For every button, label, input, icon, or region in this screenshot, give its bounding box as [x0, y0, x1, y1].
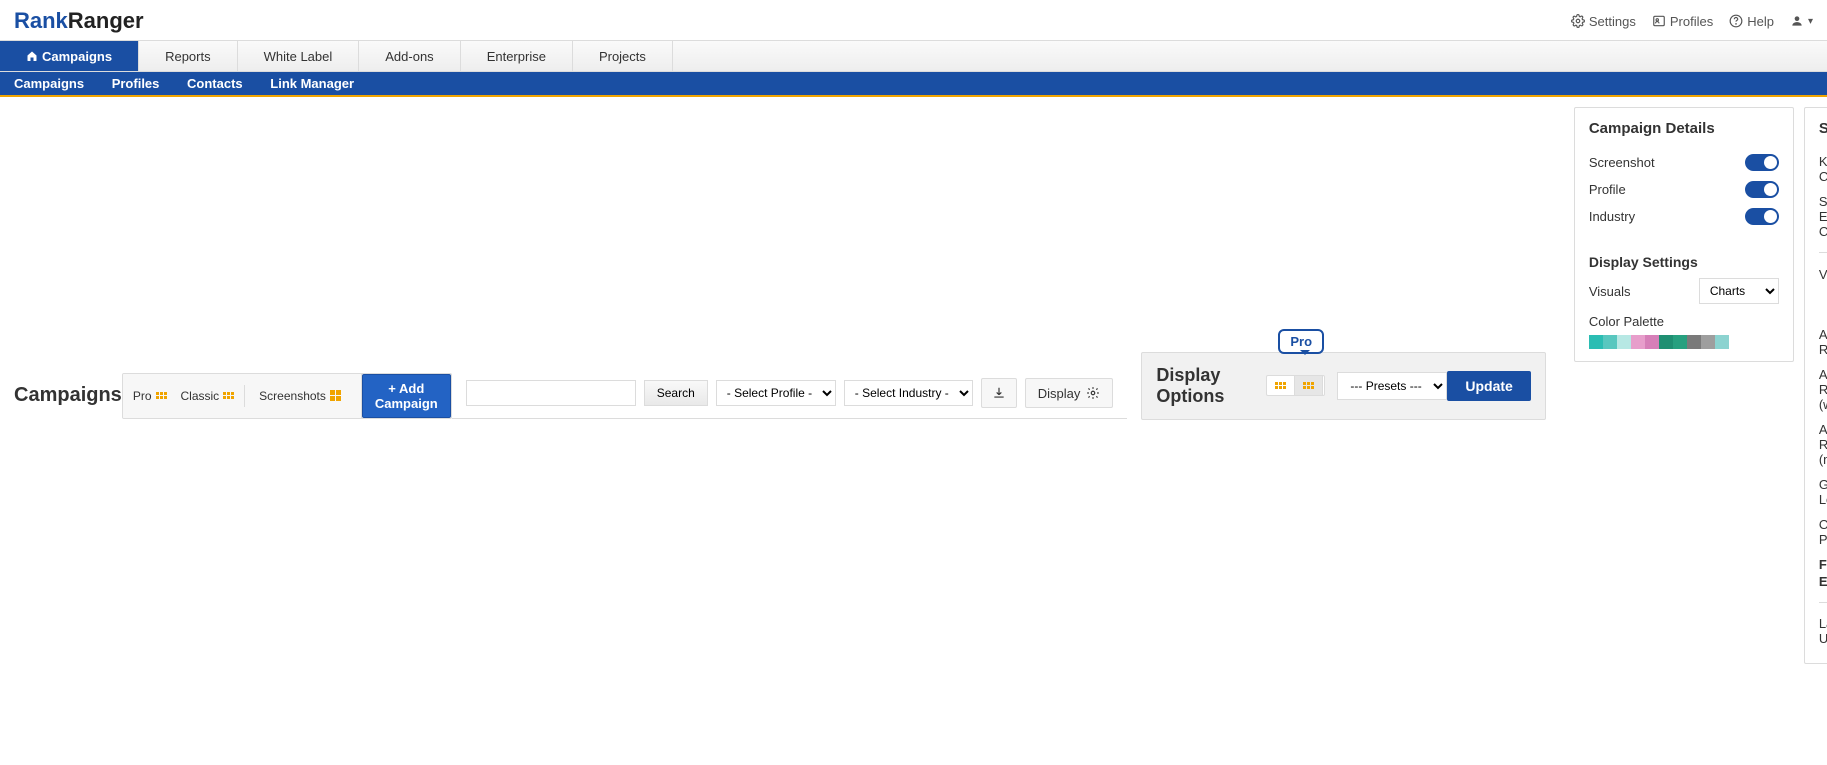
gear-icon [1571, 14, 1585, 28]
user-card-icon [1652, 14, 1666, 28]
layout-tab-1[interactable] [1267, 376, 1295, 395]
color-palette[interactable] [1589, 335, 1779, 349]
layout-tab-3[interactable] [1323, 376, 1325, 395]
filter-search-engines[interactable]: Filter Search Engines [1819, 557, 1827, 589]
add-campaign-button[interactable]: + Add Campaign [362, 374, 451, 418]
settings-link[interactable]: Settings [1571, 14, 1636, 29]
top-menu: Settings Profiles Help ▾ [1571, 14, 1813, 29]
help-link[interactable]: Help [1729, 14, 1774, 29]
page-title: Campaigns [14, 384, 122, 407]
last-update-label: Last Update [1819, 616, 1827, 646]
tab-enterprise[interactable]: Enterprise [461, 41, 573, 71]
subnav-link-manager[interactable]: Link Manager [270, 76, 354, 91]
tab-reports[interactable]: Reports [139, 41, 238, 71]
option-label: Gain & Loss (daily) [1819, 477, 1827, 507]
view-classic[interactable]: Classic [171, 385, 246, 407]
pro-tag: Pro [1278, 329, 1324, 354]
main-nav: Campaigns Reports White Label Add-ons En… [0, 40, 1827, 72]
grid-icon [1303, 382, 1314, 389]
industry-select[interactable]: - Select Industry - [844, 380, 973, 406]
view-mode-group: Pro Classic Screenshots + Add Campaign [122, 373, 452, 419]
search-input[interactable] [466, 380, 636, 406]
toggle[interactable] [1745, 154, 1779, 171]
option-label: - Trends Chart [1819, 291, 1827, 319]
topbar: RankRanger Settings Profiles Help ▾ [0, 0, 1827, 40]
option-label: Average Rank (weekly) [1819, 367, 1827, 412]
option-label: Search Engines Count [1819, 194, 1827, 239]
gear-icon [1086, 386, 1100, 400]
section-title: Display Settings [1589, 254, 1779, 270]
tab-campaigns[interactable]: Campaigns [0, 41, 139, 71]
visuals-label: Visuals [1589, 284, 1631, 299]
tab-projects[interactable]: Projects [573, 41, 673, 71]
subnav-profiles[interactable]: Profiles [112, 76, 160, 91]
subnav-contacts[interactable]: Contacts [187, 76, 243, 91]
section-title: Search [1819, 120, 1827, 137]
search-row: Search - Select Profile - - Select Indus… [452, 372, 1128, 419]
toggle[interactable] [1745, 181, 1779, 198]
sub-nav: Campaigns Profiles Contacts Link Manager [0, 72, 1827, 97]
palette-label: Color Palette [1589, 314, 1779, 329]
visuals-select[interactable]: Charts [1699, 278, 1779, 304]
grid-icon [330, 390, 341, 401]
option-label: Screenshot [1589, 155, 1655, 170]
tab-white-label[interactable]: White Label [238, 41, 360, 71]
presets-select[interactable]: --- Presets --- [1337, 372, 1447, 400]
option-label: Keywords Count [1819, 154, 1827, 184]
option-label: Industry [1589, 209, 1635, 224]
help-icon [1729, 14, 1743, 28]
col-search: Search Keywords Count Search Engines Coun… [1804, 107, 1827, 664]
option-label: Profile [1589, 182, 1626, 197]
tab-addons[interactable]: Add-ons [359, 41, 460, 71]
display-options-bar: Pro Display Options --- Presets --- Upda… [1141, 352, 1545, 420]
download-button[interactable] [981, 378, 1017, 408]
home-icon [26, 50, 38, 62]
grid-icon [156, 392, 167, 399]
toggle[interactable] [1745, 208, 1779, 225]
layout-tabs [1266, 375, 1325, 396]
chevron-down-icon: ▾ [1808, 16, 1813, 27]
view-pro[interactable]: Pro Classic Screenshots [123, 374, 362, 418]
option-label: Visibility [1819, 267, 1827, 282]
columns: Campaign Details Screenshot Profile Indust… [1560, 107, 1827, 684]
option-label: Average Rank (monthly) [1819, 422, 1827, 467]
user-menu[interactable]: ▾ [1790, 14, 1813, 28]
display-options-title: Display Options [1156, 365, 1250, 407]
option-label: Average Rank [1819, 327, 1827, 357]
view-screenshots[interactable]: Screenshots [249, 385, 351, 407]
profiles-link[interactable]: Profiles [1652, 14, 1713, 29]
download-icon [992, 386, 1006, 400]
logo: RankRanger [14, 8, 144, 34]
layout-tab-2[interactable] [1295, 376, 1323, 395]
display-button[interactable]: Display [1025, 378, 1114, 408]
profile-select[interactable]: - Select Profile - [716, 380, 836, 406]
subnav-campaigns[interactable]: Campaigns [14, 76, 84, 91]
page-header: Campaigns Pro Classic Screenshots + Add … [0, 97, 1827, 690]
grid-icon [1275, 382, 1286, 389]
user-icon [1790, 14, 1804, 28]
search-button[interactable]: Search [644, 380, 708, 406]
section-title: Campaign Details [1589, 120, 1779, 137]
update-button[interactable]: Update [1447, 371, 1530, 401]
grid-icon [223, 392, 234, 399]
col-campaign-details: Campaign Details Screenshot Profile Indust… [1574, 107, 1794, 362]
option-label: Overall Performance [1819, 517, 1827, 547]
